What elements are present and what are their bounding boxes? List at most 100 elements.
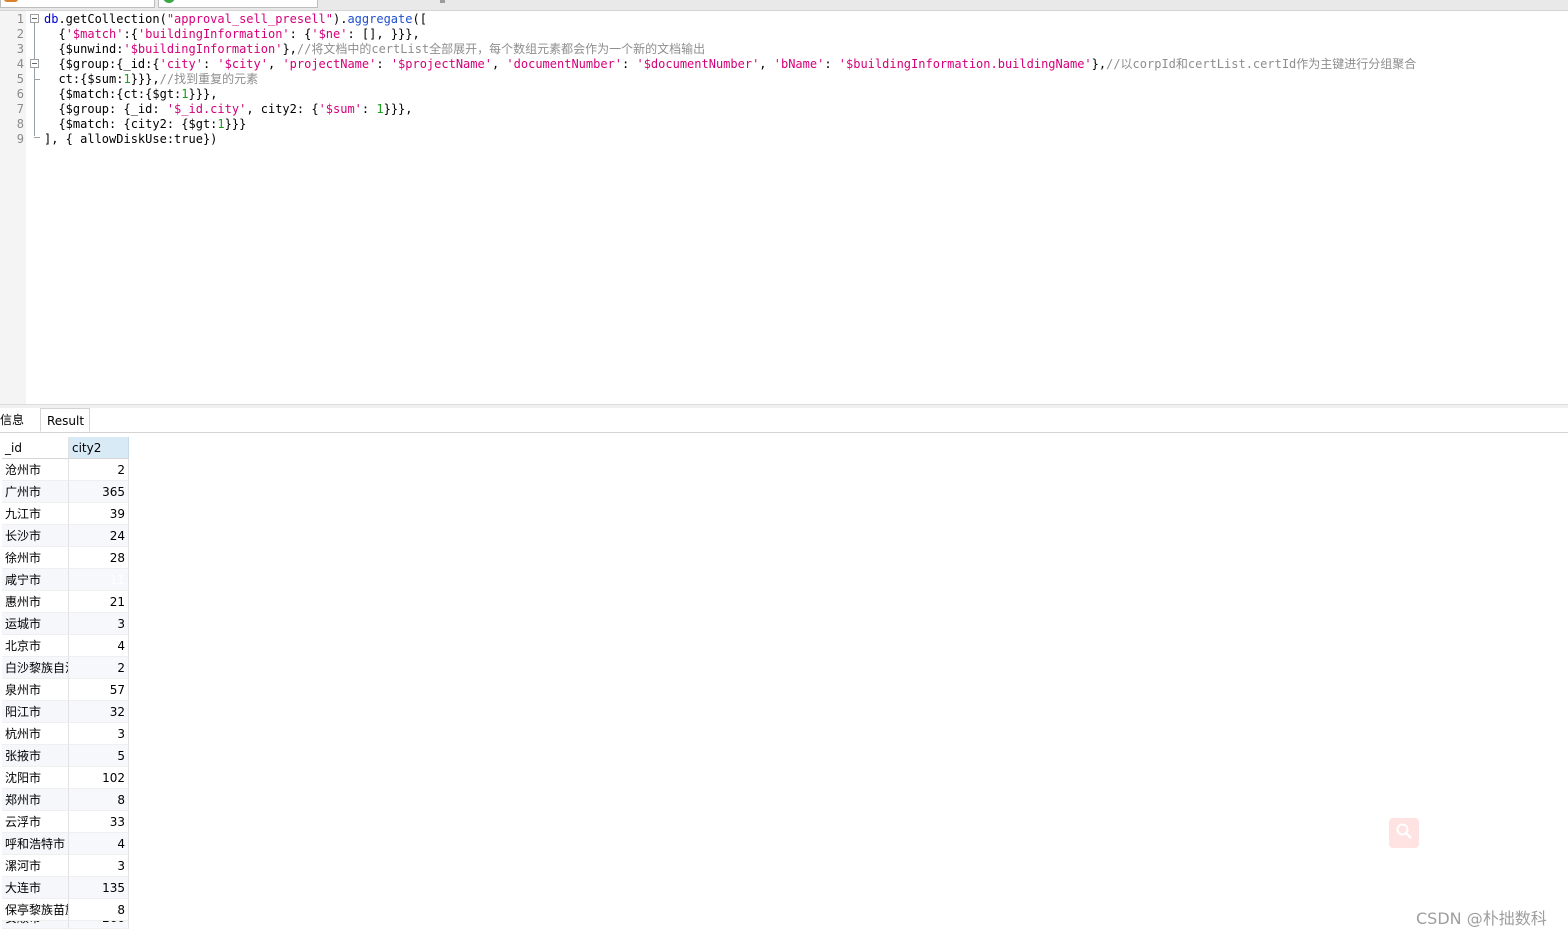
cell-id[interactable]: 郑州市 — [2, 789, 69, 811]
table-row[interactable]: 阳江市 32 — [2, 701, 129, 723]
cell-id[interactable]: 云浮市 — [2, 811, 69, 833]
cell-id[interactable]: 咸宁市 — [2, 569, 69, 591]
code-line: db.getCollection("approval_sell_presell"… — [44, 12, 427, 26]
cell-id[interactable]: 呼和浩特市 — [2, 833, 69, 855]
cell-id[interactable]: 张掖市 — [2, 745, 69, 767]
table-row[interactable]: 杭州市 3 — [2, 723, 129, 745]
table-row[interactable]: 惠州市 21 — [2, 591, 129, 613]
table-row[interactable]: 运城市 3 — [2, 613, 129, 635]
cell-id[interactable]: 白沙黎族自治 — [2, 657, 69, 679]
cell-city2[interactable]: 33 — [69, 811, 129, 833]
cell-city2[interactable]: 260 — [69, 921, 129, 929]
cell-id[interactable]: 沧州市 — [2, 459, 69, 481]
code-line: {'$match':{'buildingInformation': {'$ne'… — [44, 27, 420, 41]
cell-city2[interactable]: 5 — [69, 745, 129, 767]
table-row[interactable]: 漯河市 3 — [2, 855, 129, 877]
cell-id[interactable]: 杭州市 — [2, 723, 69, 745]
table-row[interactable]: 云浮市 33 — [2, 811, 129, 833]
cell-city2[interactable]: 365 — [69, 481, 129, 503]
code-line: {$match: {city2: {$gt:1}}} — [44, 117, 247, 131]
cell-city2[interactable]: 32 — [69, 701, 129, 723]
table-row[interactable]: 广州市 365 — [2, 481, 129, 503]
line-number: 7 — [16, 102, 24, 116]
cell-id[interactable]: 徐州市 — [2, 547, 69, 569]
tab-collection[interactable] — [158, 0, 318, 8]
cell-city2[interactable]: 3 — [69, 613, 129, 635]
line-number: 3 — [16, 42, 24, 56]
table-row[interactable]: 泉州市 57 — [2, 679, 129, 701]
line-number: 9 — [16, 132, 24, 146]
table-row[interactable]: 北京市 4 — [2, 635, 129, 657]
cell-id[interactable]: 泉州市 — [2, 679, 69, 701]
table-row[interactable]: 沧州市 2 — [2, 459, 129, 481]
cell-id[interactable]: 阳江市 — [2, 701, 69, 723]
cell-id[interactable]: 广州市 — [2, 481, 69, 503]
fold-toggle-icon[interactable] — [30, 59, 39, 68]
cell-id[interactable]: 大连市 — [2, 877, 69, 899]
line-number: 6 — [16, 87, 24, 101]
cell-city2[interactable]: 3 — [69, 723, 129, 745]
cell-id[interactable]: 运城市 — [2, 613, 69, 635]
table-row[interactable]: 郑州市 8 — [2, 789, 129, 811]
cell-city2[interactable]: 24 — [69, 525, 129, 547]
tab-result[interactable]: Result — [40, 408, 90, 432]
cell-city2[interactable]: 2 — [69, 657, 129, 679]
result-grid[interactable]: _id city2 沧州市 2 广州市 365 九江市 39 长沙市 24 徐州… — [2, 437, 129, 929]
cell-id[interactable]: 漯河市 — [2, 855, 69, 877]
cell-city2[interactable]: 28 — [69, 547, 129, 569]
cell-city2[interactable]: 102 — [69, 767, 129, 789]
table-row[interactable]: 张掖市 5 — [2, 745, 129, 767]
table-row[interactable]: 九江市 39 — [2, 503, 129, 525]
mongodb-icon — [163, 0, 175, 3]
cell-city2[interactable]: 39 — [69, 503, 129, 525]
table-row[interactable]: 咸宁市 11 — [2, 569, 129, 591]
search-icon — [1395, 822, 1413, 844]
fold-end-marker — [34, 79, 40, 80]
table-row[interactable]: 徐州市 28 — [2, 547, 129, 569]
code-line: ], { allowDiskUse:true}) — [44, 132, 218, 146]
line-number: 4 — [16, 57, 24, 71]
table-row[interactable]: 白沙黎族自治 2 — [2, 657, 129, 679]
code-line: {$group:{_id:{'city': '$city', 'projectN… — [44, 57, 1417, 71]
cell-id[interactable]: 沈阳市 — [2, 767, 69, 789]
table-row[interactable]: 保亭黎族苗族 8 — [2, 899, 129, 921]
cell-city2[interactable]: 4 — [69, 635, 129, 657]
code-line: {$unwind:'$buildingInformation'},//将文档中的… — [44, 42, 706, 56]
table-row[interactable]: 长沙市 24 — [2, 525, 129, 547]
table-row[interactable]: 呼和浩特市 4 — [2, 833, 129, 855]
floating-search-button[interactable] — [1389, 818, 1419, 848]
fold-end-marker — [34, 137, 40, 138]
line-number: 1 — [16, 12, 24, 26]
cell-id[interactable]: 九江市 — [2, 503, 69, 525]
editor-tab-strip — [0, 0, 1568, 11]
cell-city2[interactable]: 3 — [69, 855, 129, 877]
table-row[interactable]: 沈阳市 102 — [2, 767, 129, 789]
cell-id[interactable]: 保亭黎族苗族 — [2, 899, 69, 921]
cell-city2[interactable]: 135 — [69, 877, 129, 899]
result-tab-bar: 信息 Result — [0, 408, 1568, 433]
cell-city2[interactable]: 57 — [69, 679, 129, 701]
code-line: {$group: {_id: '$_id.city', city2: {'$su… — [44, 102, 413, 116]
cell-id[interactable]: 北京市 — [2, 635, 69, 657]
table-row[interactable]: 大连市 135 — [2, 877, 129, 899]
selected-cell-city2[interactable]: 11 — [69, 569, 129, 591]
line-number: 2 — [16, 27, 24, 41]
grid-header-row: _id city2 — [2, 437, 129, 459]
cell-city2[interactable]: 2 — [69, 459, 129, 481]
table-row[interactable]: 安顺市 260 — [2, 921, 129, 929]
cell-id[interactable]: 长沙市 — [2, 525, 69, 547]
cell-city2[interactable]: 21 — [69, 591, 129, 613]
fold-toggle-icon[interactable] — [30, 14, 39, 23]
tab-info[interactable]: 信息 — [0, 408, 38, 432]
column-header-city2[interactable]: city2 — [69, 437, 129, 459]
cell-city2[interactable]: 8 — [69, 899, 129, 921]
cell-id[interactable]: 惠州市 — [2, 591, 69, 613]
tab-query[interactable] — [0, 0, 155, 8]
column-header-id[interactable]: _id — [2, 437, 69, 459]
query-editor[interactable]: 1 2 3 4 5 6 7 8 9 db.getCollection("appr… — [0, 11, 1568, 404]
watermark: CSDN @朴拙数科 — [1416, 909, 1547, 928]
cell-id[interactable]: 安顺市 — [2, 921, 69, 929]
tab-overflow-icon — [440, 0, 445, 3]
cell-city2[interactable]: 8 — [69, 789, 129, 811]
cell-city2[interactable]: 4 — [69, 833, 129, 855]
